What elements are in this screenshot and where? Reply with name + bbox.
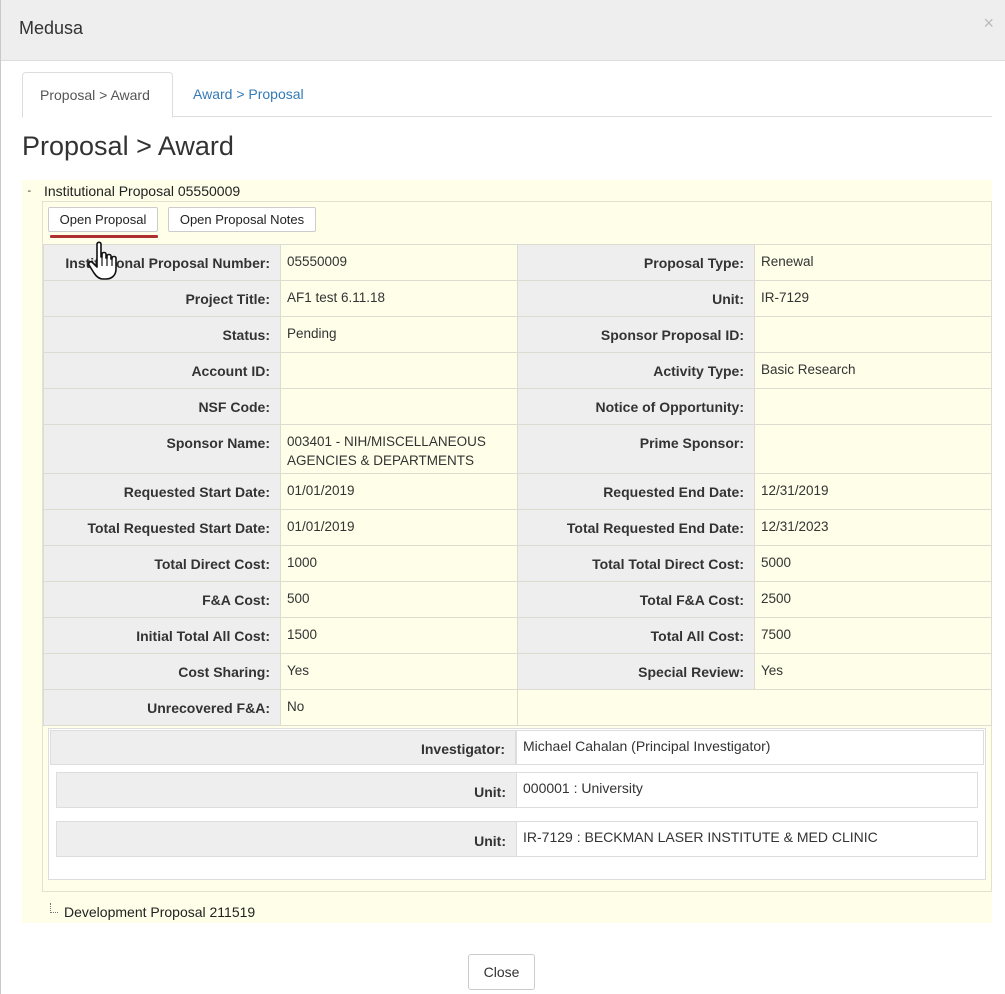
field-label: Requested Start Date: — [43, 473, 281, 510]
unit-value: 000001 : University — [523, 780, 643, 796]
field-label: Total Requested End Date: — [517, 509, 755, 546]
field-label: Institutional Proposal Number: — [43, 244, 281, 281]
investigator-unit-row: Unit: IR-7129 : BECKMAN LASER INSTITUTE … — [56, 821, 978, 857]
field-value: 1500 — [280, 617, 518, 654]
field-value: Pending — [280, 316, 518, 353]
field-value: 12/31/2023 — [754, 509, 992, 546]
investigator-section: Investigator: Michael Cahalan (Principal… — [48, 728, 986, 880]
tree-node-development-proposal[interactable]: Development Proposal 211519 — [64, 904, 255, 920]
field-value: 7500 — [754, 617, 992, 654]
field-label: Prime Sponsor: — [517, 424, 755, 474]
table-row: NSF Code: Notice of Opportunity: — [43, 388, 992, 425]
collapse-icon[interactable]: - — [26, 184, 33, 197]
field-label: Status: — [43, 316, 281, 353]
proposal-tree: - Institutional Proposal 05550009 Open P… — [22, 180, 992, 923]
investigator-unit-row: Unit: 000001 : University — [56, 772, 978, 808]
field-value: 500 — [280, 581, 518, 618]
field-label: Special Review: — [517, 653, 755, 690]
field-label: Account ID: — [43, 352, 281, 389]
field-label: Total Requested Start Date: — [43, 509, 281, 546]
tab-bar: Proposal > Award Award > Proposal — [22, 72, 992, 118]
field-value: Yes — [280, 653, 518, 690]
field-label: Sponsor Proposal ID: — [517, 316, 755, 353]
open-proposal-notes-button[interactable]: Open Proposal Notes — [168, 207, 316, 232]
field-label: Total Total Direct Cost: — [517, 545, 755, 582]
field-label: F&A Cost: — [43, 581, 281, 618]
close-icon[interactable]: × — [983, 14, 994, 32]
table-row: Total Direct Cost: 1000 Total Total Dire… — [43, 545, 992, 582]
empty-cell — [517, 689, 992, 726]
field-value: 003401 - NIH/MISCELLANEOUS AGENCIES & DE… — [280, 424, 518, 474]
table-row: Institutional Proposal Number: 05550009 … — [43, 244, 992, 281]
focus-underline — [50, 235, 158, 238]
table-row: Account ID: Activity Type: Basic Researc… — [43, 352, 992, 389]
field-value: IR-7129 — [754, 280, 992, 317]
table-row: Initial Total All Cost: 1500 Total All C… — [43, 617, 992, 654]
proposal-detail-panel: Open Proposal Open Proposal Notes Instit… — [42, 201, 992, 892]
investigator-row: Investigator: Michael Cahalan (Principal… — [50, 730, 984, 765]
unit-label: Unit: — [57, 822, 517, 856]
modal-title: Medusa — [19, 18, 84, 38]
field-value — [754, 424, 992, 474]
field-value: 5000 — [754, 545, 992, 582]
field-label: Total F&A Cost: — [517, 581, 755, 618]
table-row: Cost Sharing: Yes Special Review: Yes — [43, 653, 992, 690]
field-value — [280, 352, 518, 389]
tree-connector-icon — [50, 903, 58, 913]
field-label: Total All Cost: — [517, 617, 755, 654]
field-label: NSF Code: — [43, 388, 281, 425]
field-value: 12/31/2019 — [754, 473, 992, 510]
field-value: No — [280, 689, 518, 726]
table-row: Total Requested Start Date: 01/01/2019 T… — [43, 509, 992, 546]
field-value: 2500 — [754, 581, 992, 618]
tree-node-institutional-proposal[interactable]: Institutional Proposal 05550009 — [44, 183, 240, 199]
field-label: Total Direct Cost: — [43, 545, 281, 582]
table-row: F&A Cost: 500 Total F&A Cost: 2500 — [43, 581, 992, 618]
table-row: Status: Pending Sponsor Proposal ID: — [43, 316, 992, 353]
field-label: Unit: — [517, 280, 755, 317]
unit-value: IR-7129 : BECKMAN LASER INSTITUTE & MED … — [523, 829, 878, 845]
field-value: 05550009 — [280, 244, 518, 281]
field-label: Initial Total All Cost: — [43, 617, 281, 654]
proposal-details-table: Institutional Proposal Number: 05550009 … — [43, 244, 992, 726]
table-row: Sponsor Name: 003401 - NIH/MISCELLANEOUS… — [43, 424, 992, 474]
field-value: 01/01/2019 — [280, 509, 518, 546]
field-label: Project Title: — [43, 280, 281, 317]
field-value: Basic Research — [754, 352, 992, 389]
field-label: Requested End Date: — [517, 473, 755, 510]
field-value: AF1 test 6.11.18 — [280, 280, 518, 317]
field-value — [754, 316, 992, 353]
unit-label: Unit: — [57, 773, 517, 807]
field-value — [754, 388, 992, 425]
field-label: Activity Type: — [517, 352, 755, 389]
field-value: 1000 — [280, 545, 518, 582]
close-button[interactable]: Close — [468, 954, 535, 990]
field-value: 01/01/2019 — [280, 473, 518, 510]
table-row: Requested Start Date: 01/01/2019 Request… — [43, 473, 992, 510]
field-value — [280, 388, 518, 425]
field-label: Proposal Type: — [517, 244, 755, 281]
investigator-label: Investigator: — [50, 730, 516, 765]
investigator-value: Michael Cahalan (Principal Investigator) — [516, 730, 984, 765]
tab-award-to-proposal[interactable]: Award > Proposal — [176, 72, 321, 117]
field-value: Renewal — [754, 244, 992, 281]
medusa-modal: Medusa × Proposal > Award Award > Propos… — [0, 0, 1005, 994]
tab-proposal-to-award[interactable]: Proposal > Award — [22, 72, 173, 118]
field-label: Cost Sharing: — [43, 653, 281, 690]
field-label: Unrecovered F&A: — [43, 689, 281, 726]
field-label: Sponsor Name: — [43, 424, 281, 474]
open-proposal-button[interactable]: Open Proposal — [48, 207, 158, 232]
table-row: Unrecovered F&A: No — [43, 689, 992, 726]
table-row: Project Title: AF1 test 6.11.18 Unit: IR… — [43, 280, 992, 317]
modal-header: Medusa × — [1, 0, 1005, 61]
page-title: Proposal > Award — [22, 131, 234, 161]
field-value: Yes — [754, 653, 992, 690]
field-label: Notice of Opportunity: — [517, 388, 755, 425]
